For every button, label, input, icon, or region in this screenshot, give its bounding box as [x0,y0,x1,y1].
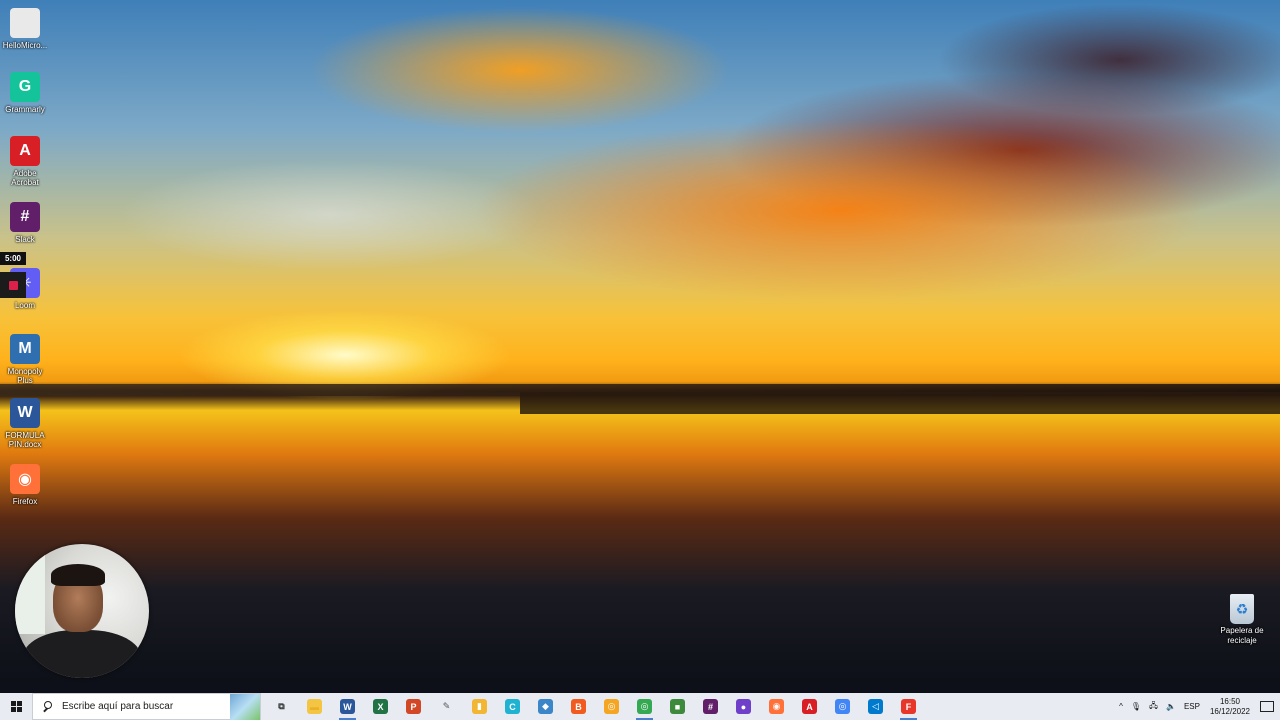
webcam-person-body [23,630,141,678]
desktop-icon-label: Adobe Acrobat [11,169,39,187]
vscode-icon: ◁ [868,699,883,714]
taskbar-app-excel[interactable]: X [364,693,397,720]
desktop-icon[interactable]: W FORMULA PIN.docx [0,398,50,449]
taskbar-apps: ⧉ ▬ W X P ✎ ▮ C ◆ B ◎ ◎ ■ # ● ◉ A ◎ ◁ F [265,693,925,720]
taskbar-app-app-blue[interactable]: ◆ [529,693,562,720]
desktop: HelloMicro... G Grammarly A Adobe Acrobat # Sl… [0,0,1280,720]
slack-icon: # [703,699,718,714]
taskbar-app-brave[interactable]: B [562,693,595,720]
adobe-acrobat-icon: A [10,136,40,166]
taskbar-app-canva[interactable]: C [496,693,529,720]
excel-icon: X [373,699,388,714]
task-view-icon: ⧉ [278,701,285,711]
recycle-bin-icon: ♻ [1230,594,1254,624]
taskbar-app-chrome[interactable]: ◎ [628,693,661,720]
firefox-icon: ◉ [10,464,40,494]
chrome-icon: ◎ [835,699,850,714]
github-icon: ● [736,699,751,714]
brave-icon: B [571,699,586,714]
desktop-icon-label: HelloMicro... [2,41,48,50]
loom-stop-button[interactable] [0,272,26,298]
stop-icon [8,280,18,290]
taskbar-app-chrome-canary[interactable]: ◎ [595,693,628,720]
grammarly-icon: G [10,72,40,102]
webcam-bubble[interactable] [15,544,149,678]
taskbar-app-task-view[interactable]: ⧉ [265,693,298,720]
desktop-icon-label: Firefox [12,497,38,506]
desktop-icon[interactable]: G Grammarly [0,72,50,114]
taskbar-app-figma-like[interactable]: F [892,693,925,720]
desktop-icon[interactable]: # Slack [0,202,50,244]
cube-icon: ■ [670,699,685,714]
desktop-icon[interactable]: M Monopoly Plus [0,334,50,385]
chrome-icon: ◎ [637,699,652,714]
taskbar-search[interactable]: Escribe aquí para buscar [32,693,261,720]
canva-icon: C [505,699,520,714]
taskbar: Escribe aquí para buscar ⧉ ▬ W X P ✎ ▮ C ◆ B ◎ ◎ ■ # ●… [0,693,1280,720]
loom-timer: 5:00 [0,252,26,265]
taskbar-app-acrobat[interactable]: A [793,693,826,720]
taskbar-app-cube[interactable]: ■ [661,693,694,720]
windows-logo-icon [10,701,22,712]
desktop-icon[interactable]: HelloMicro... [0,8,50,50]
recycle-bin-label: Papelera de reciclaje [1220,626,1264,645]
network-icon[interactable]: 🖧 [1145,693,1162,720]
taskbar-app-file-explorer[interactable]: ▬ [298,693,331,720]
webcam-background-window [15,554,45,634]
taskbar-app-github[interactable]: ● [727,693,760,720]
file-icon [10,8,40,38]
microphone-icon[interactable]: 🎙 [1127,693,1145,720]
app-icon: ◆ [538,699,553,714]
taskbar-app-tool[interactable]: ✎ [430,693,463,720]
start-button[interactable] [0,693,32,720]
clock[interactable]: 16:50 16/12/2022 [1204,697,1256,717]
wallpaper-land [520,392,1280,414]
taskbar-app-slack[interactable]: # [694,693,727,720]
desktop-icon[interactable]: A Adobe Acrobat [0,136,50,187]
hammer-icon: ✎ [442,701,451,711]
taskbar-app-vscode[interactable]: ◁ [859,693,892,720]
volume-icon[interactable]: 🔈 [1162,693,1180,720]
notifications-icon[interactable] [1260,701,1274,712]
desktop-icon[interactable]: ◉ Firefox [0,464,50,506]
folder-icon: ▬ [307,699,322,714]
search-placeholder: Escribe aquí para buscar [62,701,174,712]
desktop-icon-label: FORMULA PIN.docx [5,431,45,449]
search-highlight-image [230,694,260,720]
clock-time: 16:50 [1219,696,1240,706]
slack-icon: # [10,202,40,232]
wallpaper-reflection [0,400,1280,695]
taskbar-app-powerpoint[interactable]: P [397,693,430,720]
desktop-icon-label: Grammarly [5,105,45,114]
taskbar-app-word[interactable]: W [331,693,364,720]
taskbar-app-notes[interactable]: ▮ [463,693,496,720]
webcam-person-hair [51,564,105,586]
tray-chevron-icon[interactable]: ^ [1115,693,1127,720]
acrobat-icon: A [802,699,817,714]
taskbar-app-chrome-2[interactable]: ◎ [826,693,859,720]
word-icon: W [340,699,355,714]
system-tray: ^ 🎙 🖧 🔈 ESP 16:50 16/12/2022 [1115,693,1280,720]
clock-date: 16/12/2022 [1209,706,1250,716]
word-document-icon: W [10,398,40,428]
firefox-icon: ◉ [769,699,784,714]
desktop-icon-label: Loom [14,301,35,310]
language-indicator[interactable]: ESP [1180,693,1204,720]
monopoly-icon: M [10,334,40,364]
powerpoint-icon: P [406,699,421,714]
chrome-canary-icon: ◎ [604,699,619,714]
desktop-icon-label: Monopoly Plus [7,367,43,385]
search-icon [43,701,54,712]
notes-icon: ▮ [472,699,487,714]
desktop-icon-label: Slack [15,235,35,244]
app-red-icon: F [901,699,916,714]
recycle-bin[interactable]: ♻ Papelera de reciclaje [1214,594,1270,646]
taskbar-app-firefox[interactable]: ◉ [760,693,793,720]
